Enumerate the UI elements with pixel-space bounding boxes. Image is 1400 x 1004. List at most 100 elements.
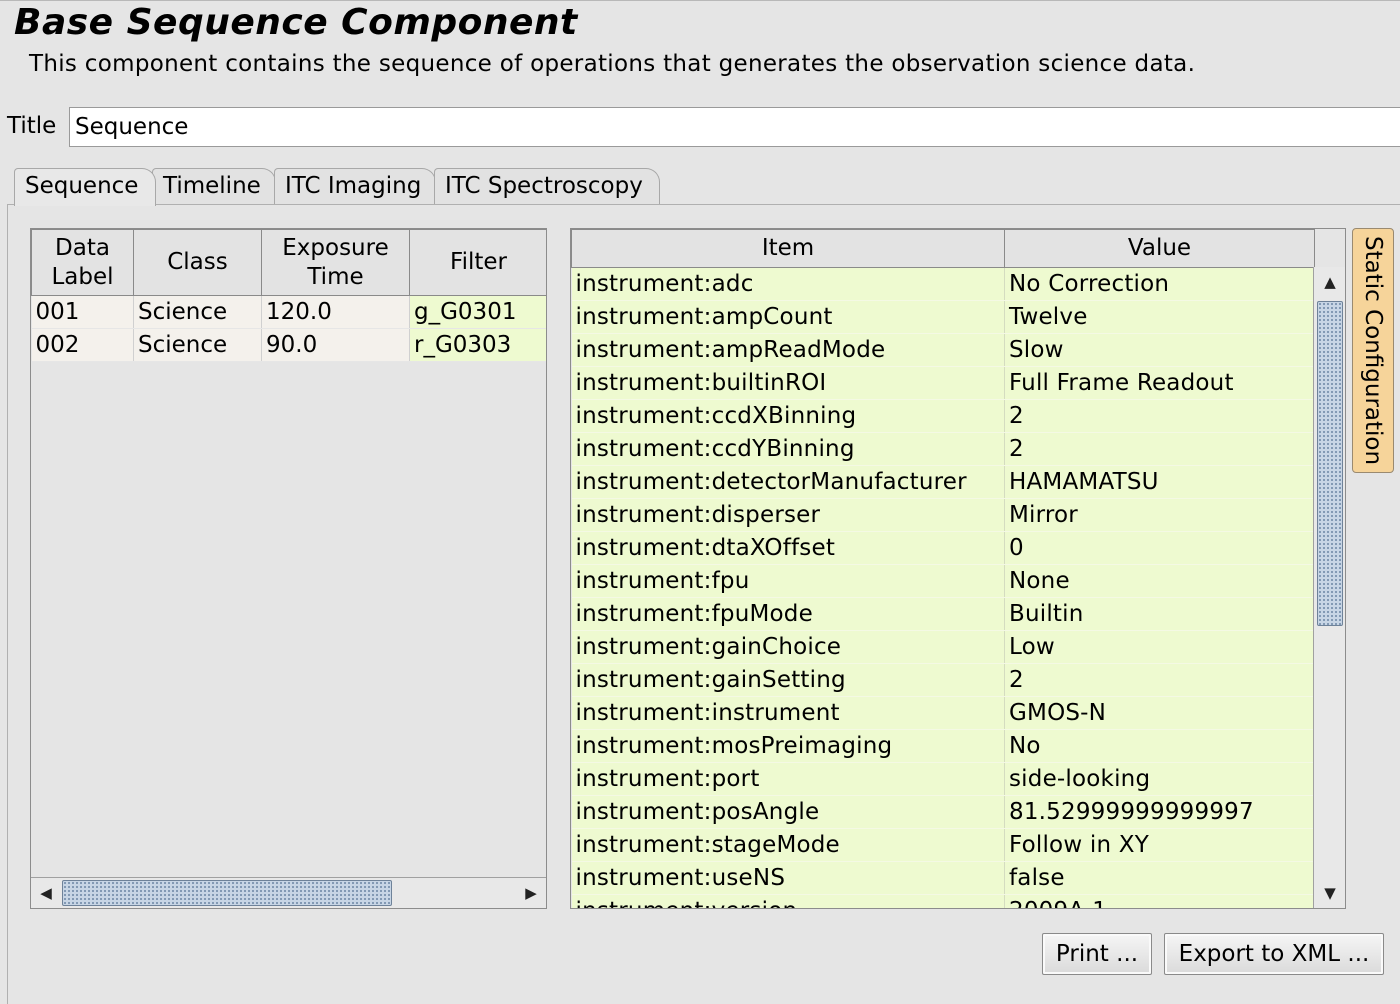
- config-value-cell[interactable]: Low: [1004, 630, 1315, 664]
- table-row[interactable]: instrument:ampCount Twelve: [571, 300, 1315, 334]
- tab-itc-spectroscopy[interactable]: ITC Spectroscopy: [434, 168, 660, 204]
- table-cell[interactable]: 002: [31, 328, 134, 362]
- config-value-cell[interactable]: 2009A-1: [1004, 894, 1315, 908]
- table-row[interactable]: instrument:stageMode Follow in XY: [571, 828, 1315, 862]
- scroll-left-icon[interactable]: ◀: [31, 878, 61, 908]
- static-configuration-tab[interactable]: Static Configuration: [1352, 228, 1394, 473]
- table-row[interactable]: instrument:detectorManufacturer HAMAMATSU: [571, 465, 1315, 499]
- table-cell[interactable]: 120.0: [261, 295, 410, 329]
- config-value-cell[interactable]: GMOS-N: [1004, 696, 1315, 730]
- header-class[interactable]: Class: [133, 229, 262, 296]
- config-value-cell[interactable]: Follow in XY: [1004, 828, 1315, 862]
- config-value-cell[interactable]: side-looking: [1004, 762, 1315, 796]
- table-row[interactable]: instrument:useNS false: [571, 861, 1315, 895]
- header-exposure-time[interactable]: Exposure Time: [261, 229, 410, 296]
- tab-itc-imaging[interactable]: ITC Imaging: [274, 168, 436, 204]
- config-item-cell[interactable]: instrument:gainChoice: [571, 630, 1005, 664]
- config-item-cell[interactable]: instrument:posAngle: [571, 795, 1005, 829]
- config-item-cell[interactable]: instrument:ampReadMode: [571, 333, 1005, 367]
- config-item-cell[interactable]: instrument:instrument: [571, 696, 1005, 730]
- config-value-cell[interactable]: false: [1004, 861, 1315, 895]
- scroll-right-icon[interactable]: ▶: [516, 878, 546, 908]
- table-row[interactable]: instrument:fpu None: [571, 564, 1315, 598]
- table-row[interactable]: instrument:builtinROI Full Frame Readout: [571, 366, 1315, 400]
- table-cell[interactable]: Science: [133, 328, 262, 362]
- config-item-cell[interactable]: instrument:ccdXBinning: [571, 399, 1005, 433]
- config-item-cell[interactable]: instrument:version: [571, 894, 1005, 908]
- header-data-label[interactable]: Data Label: [31, 229, 134, 296]
- scroll-down-icon[interactable]: ▼: [1315, 878, 1345, 908]
- config-value-cell[interactable]: Mirror: [1004, 498, 1315, 532]
- horizontal-scrollbar[interactable]: ◀ ▶: [31, 877, 546, 908]
- config-item-cell[interactable]: instrument:builtinROI: [571, 366, 1005, 400]
- config-value-cell[interactable]: 2: [1004, 399, 1315, 433]
- table-row[interactable]: instrument:adc No Correction: [571, 267, 1315, 301]
- header-filter[interactable]: Filter: [409, 229, 546, 296]
- table-row[interactable]: instrument:ampReadMode Slow: [571, 333, 1315, 367]
- print-button[interactable]: Print ...: [1042, 933, 1152, 975]
- tab-label: Sequence: [25, 173, 139, 199]
- config-item-cell[interactable]: instrument:fpu: [571, 564, 1005, 598]
- table-row[interactable]: instrument:gainChoice Low: [571, 630, 1315, 664]
- tab-timeline[interactable]: Timeline: [152, 168, 276, 204]
- config-value-cell[interactable]: 0: [1004, 531, 1315, 565]
- config-value-cell[interactable]: HAMAMATSU: [1004, 465, 1315, 499]
- config-value-cell[interactable]: 81.52999999999997: [1004, 795, 1315, 829]
- table-cell[interactable]: r_G0303: [409, 328, 546, 362]
- config-value-cell[interactable]: Slow: [1004, 333, 1315, 367]
- config-item-cell[interactable]: instrument:adc: [571, 267, 1005, 301]
- table-row[interactable]: instrument:posAngle 81.52999999999997: [571, 795, 1315, 829]
- table-row[interactable]: instrument:instrument GMOS-N: [571, 696, 1315, 730]
- config-value-cell[interactable]: No Correction: [1004, 267, 1315, 301]
- table-cell[interactable]: 001: [31, 295, 134, 329]
- config-value-cell[interactable]: Builtin: [1004, 597, 1315, 631]
- config-item-cell[interactable]: instrument:port: [571, 762, 1005, 796]
- table-row[interactable]: instrument:fpuMode Builtin: [571, 597, 1315, 631]
- table-row[interactable]: instrument:port side-looking: [571, 762, 1315, 796]
- header-value[interactable]: Value: [1004, 229, 1315, 268]
- config-value-cell[interactable]: Twelve: [1004, 300, 1315, 334]
- table-cell[interactable]: Science: [133, 295, 262, 329]
- config-value-cell[interactable]: 2: [1004, 663, 1315, 697]
- config-value-cell[interactable]: No: [1004, 729, 1315, 763]
- scroll-up-icon[interactable]: ▲: [1315, 267, 1345, 297]
- table-row[interactable]: instrument:gainSetting 2: [571, 663, 1315, 697]
- config-table: Item Value instrument:adc No Correction ins…: [571, 229, 1315, 908]
- config-item-cell[interactable]: instrument:ampCount: [571, 300, 1005, 334]
- tab-sequence[interactable]: Sequence: [14, 168, 156, 206]
- table-row[interactable]: instrument:mosPreimaging No: [571, 729, 1315, 763]
- sequence-table: Data Label Class Exposure Time Filter 001 Sc…: [31, 229, 546, 362]
- header-item[interactable]: Item: [571, 229, 1005, 268]
- config-item-cell[interactable]: instrument:disperser: [571, 498, 1005, 532]
- vertical-scrollbar[interactable]: ▲ ▼: [1313, 267, 1345, 908]
- tab-label: Timeline: [163, 173, 261, 199]
- config-item-cell[interactable]: instrument:mosPreimaging: [571, 729, 1005, 763]
- config-item-cell[interactable]: instrument:useNS: [571, 861, 1005, 895]
- config-item-cell[interactable]: instrument:dtaXOffset: [571, 531, 1005, 565]
- static-configuration-label: Static Configuration: [1360, 235, 1386, 466]
- table-row[interactable]: instrument:dtaXOffset 0: [571, 531, 1315, 565]
- table-row[interactable]: instrument:ccdXBinning 2: [571, 399, 1315, 433]
- config-value-cell[interactable]: None: [1004, 564, 1315, 598]
- tab-label: ITC Imaging: [285, 173, 422, 199]
- table-cell[interactable]: g_G0301: [409, 295, 546, 329]
- table-row[interactable]: instrument:ccdYBinning 2: [571, 432, 1315, 466]
- config-item-cell[interactable]: instrument:ccdYBinning: [571, 432, 1005, 466]
- table-row[interactable]: 001 Science 120.0 g_G0301: [31, 295, 546, 329]
- table-row[interactable]: instrument:version2009A-1: [571, 894, 1315, 908]
- table-row[interactable]: 002 Science 90.0 r_G0303: [31, 328, 546, 362]
- page-title: Base Sequence Component: [14, 2, 578, 43]
- table-cell[interactable]: 90.0: [261, 328, 410, 362]
- config-item-cell[interactable]: instrument:fpuMode: [571, 597, 1005, 631]
- vertical-scroll-thumb[interactable]: [1317, 301, 1343, 626]
- title-label: Title: [7, 113, 57, 139]
- table-row[interactable]: instrument:disperser Mirror: [571, 498, 1315, 532]
- horizontal-scroll-thumb[interactable]: [62, 880, 392, 906]
- config-item-cell[interactable]: instrument:gainSetting: [571, 663, 1005, 697]
- config-item-cell[interactable]: instrument:detectorManufacturer: [571, 465, 1005, 499]
- export-xml-button[interactable]: Export to XML ...: [1164, 933, 1384, 975]
- config-item-cell[interactable]: instrument:stageMode: [571, 828, 1005, 862]
- config-value-cell[interactable]: Full Frame Readout: [1004, 366, 1315, 400]
- title-input[interactable]: [69, 107, 1400, 147]
- config-value-cell[interactable]: 2: [1004, 432, 1315, 466]
